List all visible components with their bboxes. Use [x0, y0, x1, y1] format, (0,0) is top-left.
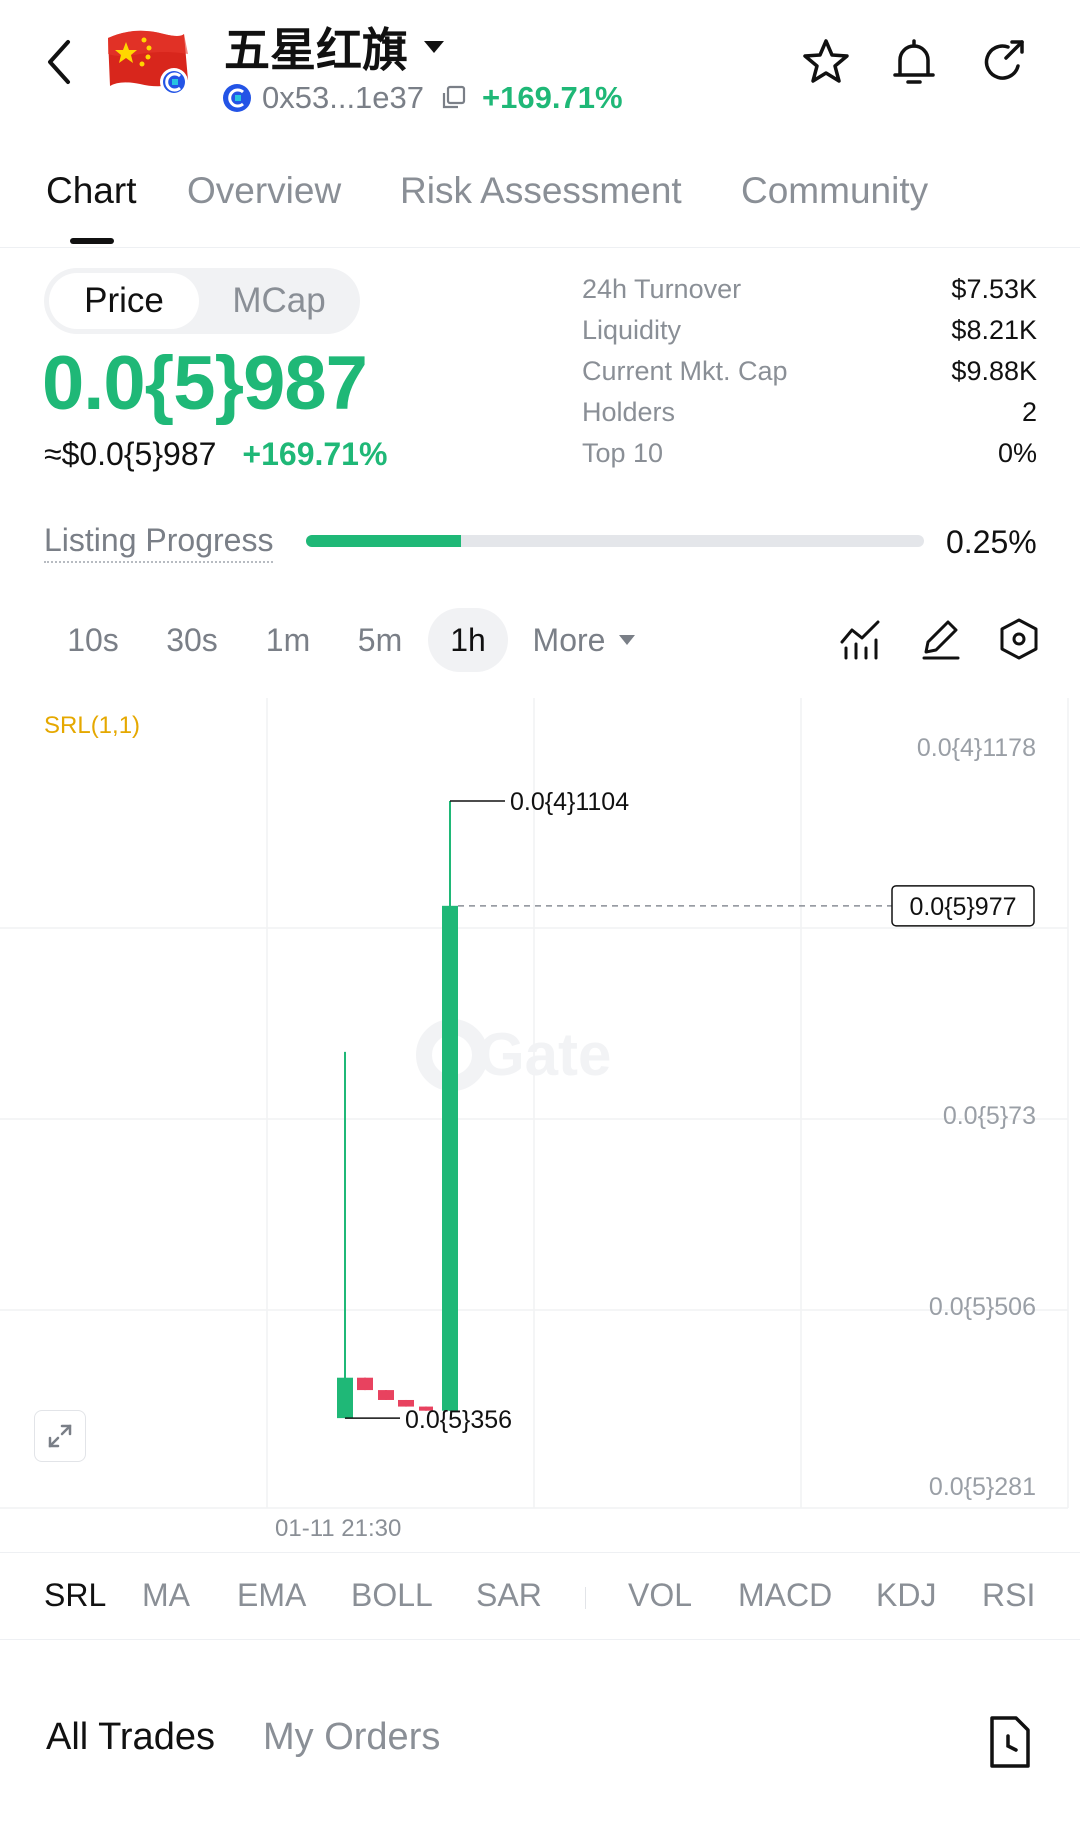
srl-indicator-label: SRL(1,1)	[44, 712, 141, 739]
candle-body	[337, 1377, 353, 1419]
y-tick-label: 0.0{5}73	[943, 1102, 1036, 1130]
header-change-pct: +169.71%	[482, 80, 623, 115]
current-price: 0.0{5}987	[42, 341, 368, 426]
token-avatar	[104, 24, 194, 96]
listing-progress-label[interactable]: Listing Progress	[44, 522, 274, 563]
caret-down-icon	[424, 41, 444, 53]
listing-progress-fill	[306, 535, 461, 547]
indicator-kdj[interactable]: KDJ	[876, 1577, 936, 1614]
stats-table: 24h Turnover $7.53K Liquidity $8.21K Curre…	[582, 274, 1037, 479]
copy-icon[interactable]	[440, 85, 466, 111]
indicator-vol[interactable]: VOL	[628, 1577, 692, 1614]
usd-change-pct: +169.71%	[242, 436, 388, 472]
tab-all-trades[interactable]: All Trades	[46, 1716, 215, 1759]
stat-label: Liquidity	[582, 315, 682, 345]
stat-label: 24h Turnover	[582, 274, 742, 304]
candles	[337, 801, 458, 1419]
tab-overview[interactable]: Overview	[187, 170, 341, 212]
usd-price: ≈$0.0{5}987	[44, 436, 217, 472]
tab-community[interactable]: Community	[741, 170, 928, 212]
indicator-ma[interactable]: MA	[142, 1577, 190, 1614]
tab-my-orders[interactable]: My Orders	[263, 1716, 440, 1759]
indicator-rsi[interactable]: RSI	[982, 1577, 1035, 1614]
candle-body	[378, 1390, 394, 1400]
token-name[interactable]: 五星红旗	[224, 14, 444, 80]
token-address: 0x53...1e37	[262, 80, 425, 115]
stat-label: Current Mkt. Cap	[582, 356, 788, 386]
timeframe-1h[interactable]: 1h	[428, 608, 508, 672]
indicator-boll[interactable]: BOLL	[351, 1577, 433, 1614]
stat-row: Liquidity $8.21K	[582, 315, 1037, 356]
indicator-tabs: SRL MA EMA BOLL SAR VOL MACD KDJ RSI	[0, 1552, 1080, 1640]
y-tick-label: 0.0{5}506	[929, 1293, 1036, 1321]
indicator-macd[interactable]: MACD	[738, 1577, 832, 1614]
indicator-icon[interactable]	[836, 614, 886, 664]
stat-value: 2	[1021, 397, 1037, 427]
bell-icon[interactable]	[888, 36, 940, 88]
stat-row: Top 10 0%	[582, 438, 1037, 479]
token-name-label: 五星红旗	[224, 23, 408, 77]
indicator-srl[interactable]: SRL	[44, 1577, 106, 1614]
stat-value: $7.53K	[951, 274, 1037, 304]
timeframe-10s[interactable]: 10s	[50, 608, 136, 672]
stat-row: 24h Turnover $7.53K	[582, 274, 1037, 315]
listing-progress-bar	[306, 535, 924, 547]
y-axis-ticks: 0.0{4}1178 0.0{5}73 0.0{5}506 0.0{5}281	[917, 734, 1036, 1501]
y-tick-label: 0.0{4}1178	[917, 734, 1036, 762]
tab-risk-assessment[interactable]: Risk Assessment	[400, 170, 682, 212]
settings-icon[interactable]	[994, 614, 1044, 664]
y-tick-label: 0.0{5}281	[929, 1473, 1036, 1501]
draw-icon[interactable]	[916, 614, 966, 664]
main-tabs: Chart Overview Risk Assessment Community	[0, 160, 1080, 248]
timeframe-5m[interactable]: 5m	[338, 608, 422, 672]
stat-row: Holders 2	[582, 397, 1037, 438]
price-chart[interactable]: Gate 0.0{4}1178 0.0{5}73 0.0{5}506 0.0{5}28…	[0, 696, 1080, 1552]
indicator-ema[interactable]: EMA	[237, 1577, 306, 1614]
candle-body	[357, 1377, 373, 1391]
stat-value: 0%	[997, 438, 1037, 468]
stat-label: Holders	[582, 397, 676, 427]
stat-row: Current Mkt. Cap $9.88K	[582, 356, 1037, 397]
x-tick-label: 01-11 21:30	[275, 1515, 401, 1542]
more-label: More	[532, 621, 606, 658]
usd-price-row: ≈$0.0{5}987 +169.71%	[44, 436, 387, 473]
expand-icon	[48, 1424, 72, 1448]
stat-value: $8.21K	[951, 315, 1037, 345]
chain-icon	[223, 84, 251, 112]
chart-grid	[0, 698, 1069, 1509]
high-price-label: 0.0{4}1104	[510, 788, 629, 816]
active-tab-indicator	[70, 238, 114, 244]
indicator-sar[interactable]: SAR	[476, 1577, 542, 1614]
low-price-label: 0.0{5}356	[405, 1406, 512, 1434]
toggle-price[interactable]: Price	[49, 273, 199, 329]
tab-chart[interactable]: Chart	[46, 170, 136, 212]
address-row: 0x53...1e37 +169.71%	[222, 80, 623, 116]
expand-chart-button[interactable]	[34, 1410, 86, 1462]
back-icon[interactable]	[38, 36, 82, 88]
stat-label: Top 10	[582, 438, 664, 468]
price-mcap-toggle: Price MCap	[44, 268, 360, 334]
timeframe-more[interactable]: More	[524, 608, 644, 672]
candle-body	[442, 905, 458, 1411]
watermark-text: Gate	[478, 1021, 611, 1088]
toggle-mcap[interactable]: MCap	[204, 273, 354, 329]
star-icon[interactable]	[800, 36, 852, 88]
chevron-down-icon	[619, 635, 636, 645]
current-price-label: 0.0{5}977	[909, 893, 1016, 921]
indicator-divider	[585, 1587, 586, 1609]
order-history-icon[interactable]	[984, 1714, 1034, 1770]
share-icon[interactable]	[978, 36, 1030, 88]
timeframe-1m[interactable]: 1m	[248, 608, 328, 672]
stat-value: $9.88K	[951, 356, 1037, 386]
timeframe-30s[interactable]: 30s	[148, 608, 236, 672]
listing-progress-value: 0.25%	[946, 524, 1037, 560]
